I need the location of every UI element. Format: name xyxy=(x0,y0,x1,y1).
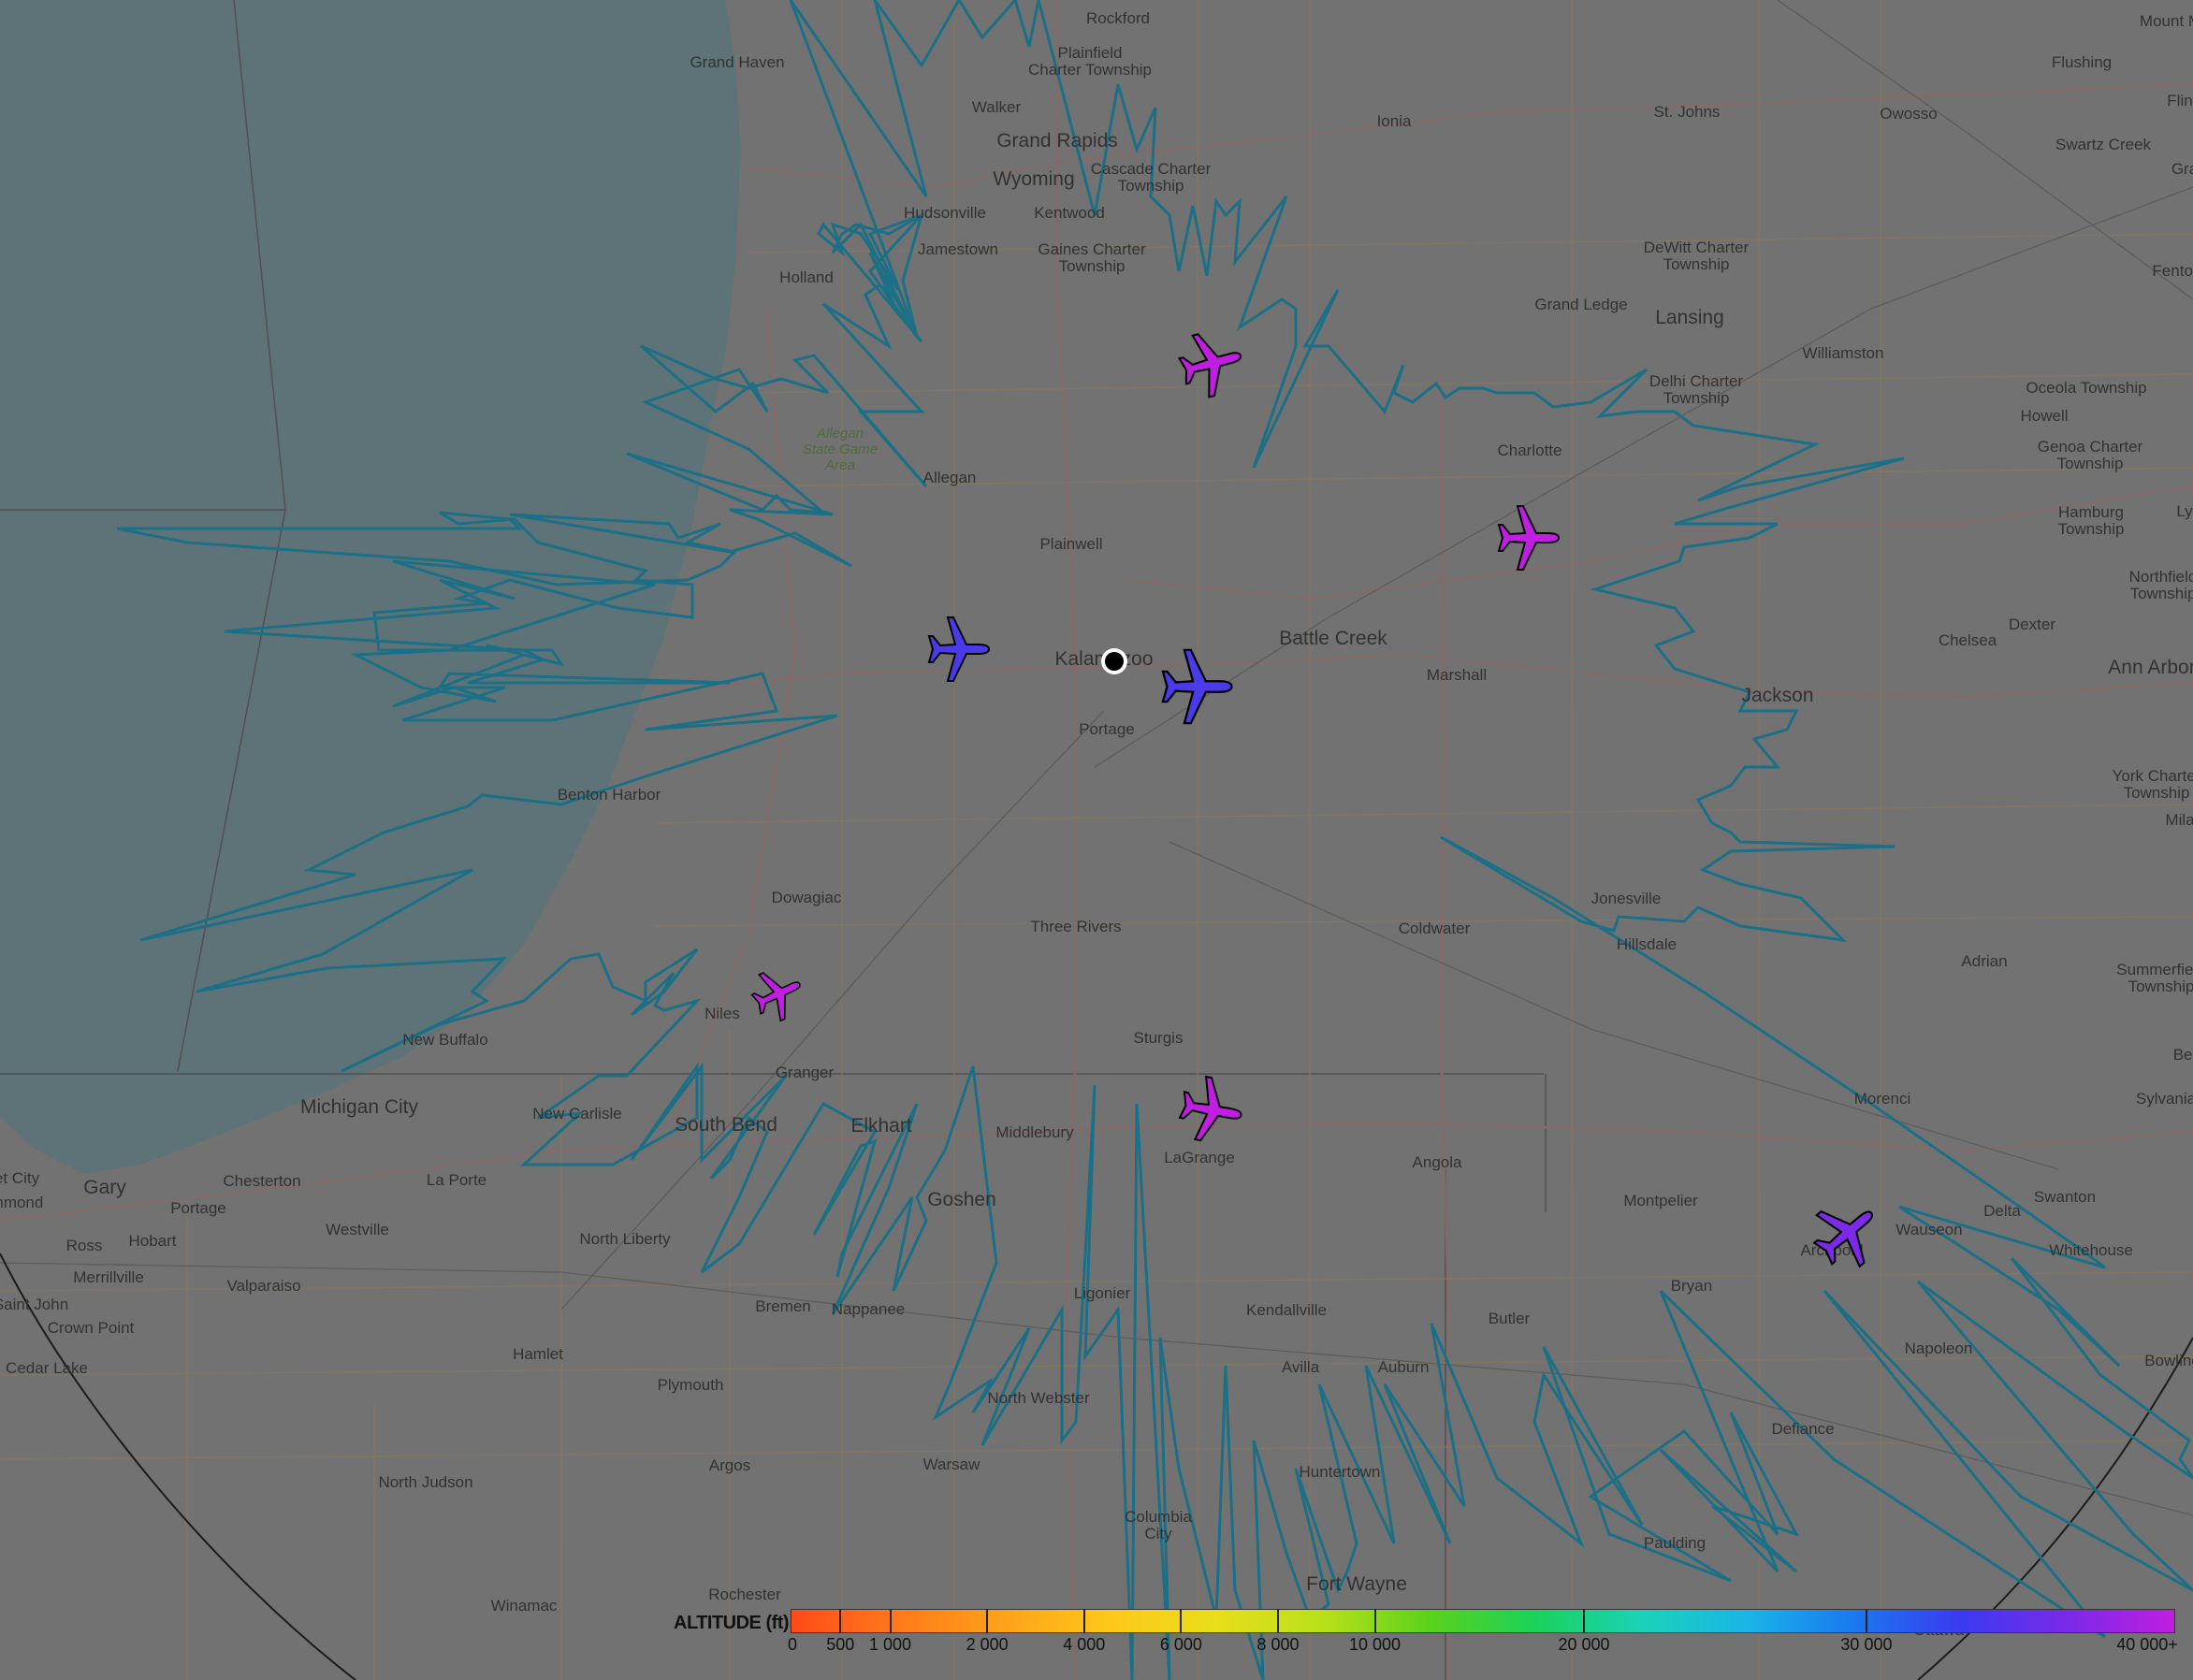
legend-tick-label: 4 000 xyxy=(1063,1635,1106,1654)
legend-tick-label: 6 000 xyxy=(1159,1635,1202,1654)
legend-tick-label: 500 xyxy=(826,1635,855,1654)
legend-tick-label: 40 000+ xyxy=(2116,1635,2178,1654)
legend-tick-mark xyxy=(986,1609,989,1633)
legend-tick-label: 20 000 xyxy=(1558,1635,1610,1654)
legend-tick-mark xyxy=(1373,1609,1376,1633)
legend-tick-mark xyxy=(1082,1609,1085,1633)
legend-tick-mark xyxy=(1865,1609,1867,1633)
legend-tick-label: 30 000 xyxy=(1840,1635,1893,1654)
legend-tick-mark xyxy=(1276,1609,1279,1633)
legend-tick-label: 1 000 xyxy=(869,1635,912,1654)
legend-tick-label: 2 000 xyxy=(966,1635,1009,1654)
altitude-legend: ALTITUDE (ft) 0 500 1 000 2 000 4 000 6 000 8 … xyxy=(674,1601,2193,1680)
coverage-map[interactable]: RockfordPlainfield Charter TownshipGrand … xyxy=(0,0,2193,1680)
legend-tick-label: 8 000 xyxy=(1256,1635,1300,1654)
legend-title: ALTITUDE (ft) xyxy=(674,1613,790,1633)
map-dim-overlay xyxy=(0,0,2193,1680)
receiver-station-icon[interactable] xyxy=(1101,648,1127,674)
legend-tick-label: 0 xyxy=(787,1635,798,1654)
legend-tick-mark xyxy=(889,1609,892,1633)
legend-tick-mark xyxy=(839,1609,842,1633)
legend-tick-mark xyxy=(1180,1609,1183,1633)
legend-tick-mark xyxy=(1583,1609,1586,1633)
legend-tick-label: 10 000 xyxy=(1349,1635,1401,1654)
altitude-gradient-bar xyxy=(791,1609,2175,1633)
